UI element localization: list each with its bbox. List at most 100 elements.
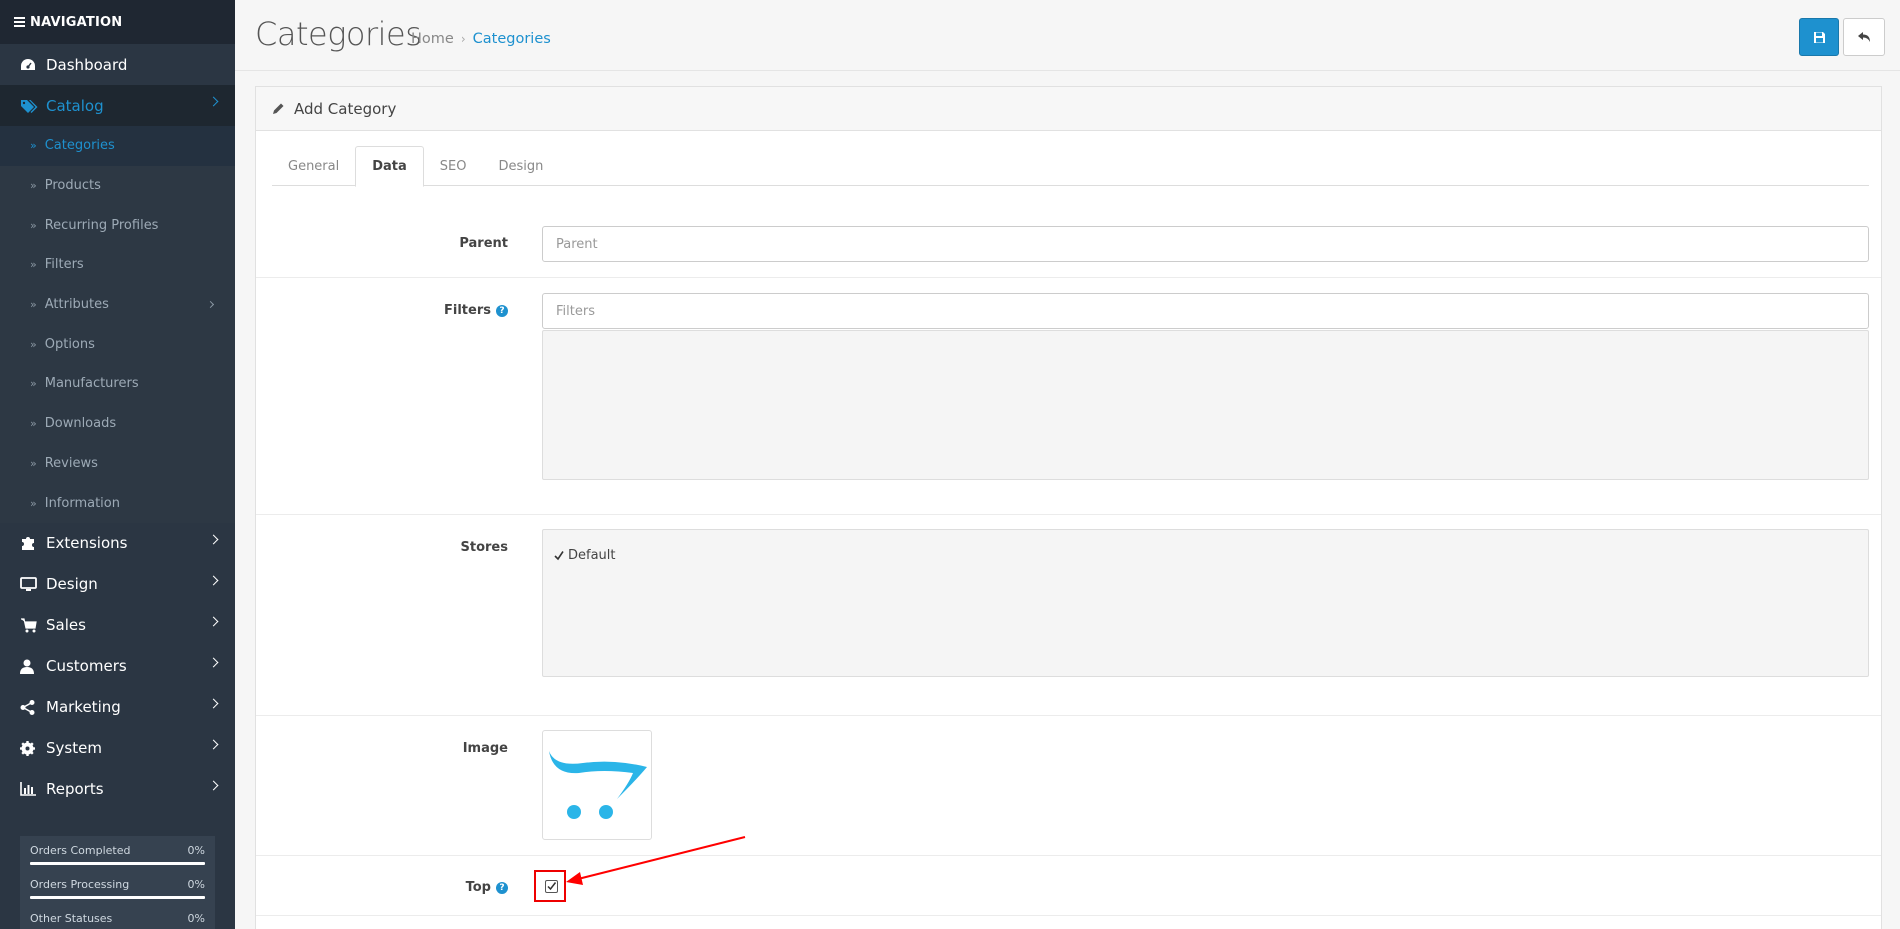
checkbox-checked-icon[interactable]	[553, 550, 565, 562]
puzzle-icon	[20, 535, 46, 551]
sidebar-item-label: Marketing	[46, 698, 121, 717]
sidebar-item-label: Catalog	[46, 96, 104, 115]
sidebar-subitem-categories[interactable]: » Categories	[0, 126, 235, 166]
tab-seo[interactable]: SEO	[424, 146, 483, 186]
nav-header[interactable]: NAVIGATION	[0, 0, 235, 44]
sidebar-item-label: Design	[46, 575, 98, 594]
filters-label: Filters ?	[444, 303, 508, 318]
chevron-right-icon	[206, 300, 215, 308]
sidebar-item-sales[interactable]: Sales	[0, 605, 235, 646]
parent-input[interactable]: Parent	[542, 226, 1869, 262]
stat-label: Other Statuses	[30, 912, 113, 925]
nav-header-label: NAVIGATION	[30, 14, 123, 30]
sidebar-subitem-label: Categories	[44, 138, 115, 154]
form-row-filters: Filters ? Filters	[256, 278, 1881, 515]
panel-heading: Add Category	[256, 87, 1881, 131]
stat-value: 0%	[187, 844, 205, 857]
sidebar-item-system[interactable]: System	[0, 728, 235, 769]
stat-label: Orders Completed	[30, 844, 131, 857]
sidebar-item-label: System	[46, 739, 102, 758]
breadcrumb-current[interactable]: Categories	[473, 31, 551, 47]
panel-title: Add Category	[294, 99, 397, 118]
sidebar-subitem-manufacturers[interactable]: » Manufacturers	[0, 364, 235, 404]
image-label: Image	[462, 741, 508, 756]
stores-label: Stores	[460, 540, 508, 555]
sidebar-item-customers[interactable]: Customers	[0, 646, 235, 687]
filters-list	[542, 330, 1869, 480]
tab-bar: General Data SEO Design	[272, 146, 1869, 187]
filters-input[interactable]: Filters	[542, 293, 1869, 329]
floppy-icon	[1813, 31, 1825, 43]
sidebar-subitem-label: Options	[44, 336, 95, 352]
sidebar-item-label: Customers	[46, 657, 127, 676]
sidebar-subitem-label: Information	[44, 495, 120, 511]
highlight-box	[534, 870, 566, 902]
breadcrumb-home[interactable]: Home	[411, 31, 454, 47]
double-chevron-icon: »	[30, 377, 37, 391]
image-thumbnail[interactable]	[542, 730, 652, 840]
sidebar-subitem-information[interactable]: » Information	[0, 483, 235, 523]
sidebar-subitem-attributes[interactable]: » Attributes	[0, 285, 235, 325]
sidebar-subitem-filters[interactable]: » Filters	[0, 245, 235, 285]
tags-icon	[20, 99, 46, 113]
sidebar-subitem-label: Recurring Profiles	[44, 217, 159, 233]
sidebar-item-catalog[interactable]: Catalog	[0, 85, 235, 126]
save-button[interactable]	[1799, 18, 1839, 56]
sidebar-subitem-options[interactable]: » Options	[0, 324, 235, 364]
sidebar-item-extensions[interactable]: Extensions	[0, 523, 235, 564]
order-stats: Orders Completed 0% Orders Processing 0% O…	[20, 836, 215, 929]
tab-general[interactable]: General	[272, 146, 355, 186]
sidebar: NAVIGATION Dashboard Catalog » Categories…	[0, 0, 235, 929]
double-chevron-icon: »	[30, 218, 37, 232]
sidebar-item-design[interactable]: Design	[0, 564, 235, 605]
stat-other-statuses: Other Statuses 0%	[30, 912, 205, 925]
share-icon	[20, 699, 46, 715]
opencart-logo-icon	[549, 751, 647, 819]
sidebar-item-dashboard[interactable]: Dashboard	[0, 44, 235, 85]
sidebar-item-reports[interactable]: Reports	[0, 769, 235, 810]
page-title: Categories	[255, 15, 422, 53]
help-icon[interactable]: ?	[496, 881, 508, 894]
chevron-right-icon	[208, 698, 219, 709]
stat-value: 0%	[187, 912, 205, 925]
sidebar-subitem-recurring-profiles[interactable]: » Recurring Profiles	[0, 205, 235, 245]
top-label: Top ?	[466, 880, 508, 895]
sidebar-subitem-label: Reviews	[44, 455, 98, 471]
chevron-right-icon	[208, 780, 219, 791]
reply-icon	[1858, 32, 1870, 42]
back-button[interactable]	[1843, 18, 1885, 56]
chevron-right-icon	[208, 657, 219, 668]
form-row-image: Image	[256, 716, 1881, 856]
sidebar-subitem-products[interactable]: » Products	[0, 166, 235, 206]
double-chevron-icon: »	[30, 139, 37, 153]
store-label: Default	[568, 548, 616, 563]
sidebar-item-label: Sales	[46, 616, 86, 635]
double-chevron-icon: »	[30, 298, 37, 312]
monitor-icon	[20, 576, 46, 592]
store-item-default[interactable]: Default	[553, 548, 616, 563]
double-chevron-icon: »	[30, 496, 37, 510]
pencil-icon	[272, 102, 285, 115]
dashboard-icon	[20, 58, 46, 72]
sidebar-item-label: Extensions	[46, 534, 128, 553]
add-category-panel: Add Category General Data SEO Design Par…	[255, 86, 1882, 929]
sidebar-subitem-label: Manufacturers	[44, 376, 139, 392]
stores-list: Default	[542, 529, 1869, 677]
stat-value: 0%	[187, 878, 205, 891]
tab-design[interactable]: Design	[483, 146, 560, 186]
sidebar-subitem-label: Filters	[44, 257, 84, 273]
sidebar-item-marketing[interactable]: Marketing	[0, 687, 235, 728]
sidebar-subitem-downloads[interactable]: » Downloads	[0, 404, 235, 444]
help-icon[interactable]: ?	[496, 304, 508, 317]
stat-orders-completed: Orders Completed 0%	[30, 844, 205, 857]
chevron-right-icon	[208, 534, 219, 545]
sidebar-subitem-reviews[interactable]: » Reviews	[0, 444, 235, 484]
progress-bar	[30, 862, 205, 865]
top-checkbox[interactable]	[545, 880, 558, 893]
tab-data[interactable]: Data	[355, 146, 424, 187]
user-icon	[20, 659, 46, 674]
double-chevron-icon: »	[30, 417, 37, 431]
sidebar-subitem-label: Attributes	[44, 297, 109, 313]
menu-bars-icon	[14, 15, 25, 29]
double-chevron-icon: »	[30, 337, 37, 351]
